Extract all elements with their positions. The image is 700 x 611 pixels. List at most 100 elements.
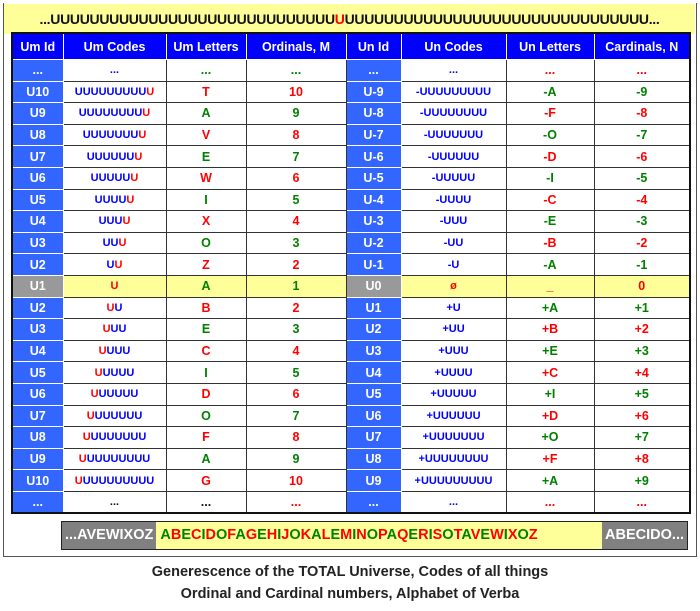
um-code-cell: UUUU <box>62 210 167 233</box>
um-letter-cell: A <box>165 447 247 471</box>
um-id-cell: U8 <box>11 123 64 147</box>
alphabet-letter: H <box>266 527 278 543</box>
un-letter-cell: +A <box>505 469 595 492</box>
un-code-cell: -UU <box>400 231 507 255</box>
un-code-cell: +U <box>400 296 507 320</box>
code-segment: U <box>134 150 143 163</box>
code-segment: UUUUUU <box>94 409 143 422</box>
code-segment: +UUUUUUUUU <box>414 474 493 487</box>
alphabet-letter: K <box>300 527 312 543</box>
code-segment: U <box>130 172 139 185</box>
cardinal-cell: -1 <box>593 253 691 276</box>
code-segment: ... <box>448 496 459 509</box>
alphabet-letter: S <box>432 527 443 543</box>
un-id-cell: U2 <box>345 318 402 341</box>
code-segment: -U <box>447 258 460 271</box>
table-row: U5 UUUUU I 5 U4 +UUUU +C +4 <box>11 361 691 384</box>
ordinal-cell: 2 <box>245 253 347 276</box>
alphabet-letter: E <box>480 527 491 543</box>
un-id-cell: ... <box>345 59 402 82</box>
code-segment: UUUUUUUUU <box>82 474 155 487</box>
code-segment: UU <box>110 323 127 336</box>
code-segment: ... <box>109 64 120 77</box>
um-id-cell: U6 <box>11 166 64 190</box>
code-segment: +UU <box>442 323 465 336</box>
codes-table: Um Id Um Codes Um Letters Ordinals, M Un Id U… <box>11 32 691 515</box>
um-letter-cell: I <box>165 361 247 384</box>
um-id-cell: U2 <box>11 296 64 320</box>
um-letter-cell: ... <box>165 59 247 82</box>
header-un-id: Un Id <box>345 32 402 60</box>
un-id-cell: U-9 <box>345 80 402 104</box>
code-segment: U <box>86 409 95 422</box>
code-segment: +UUU <box>438 345 469 358</box>
cardinal-cell: -5 <box>593 166 691 190</box>
table-row: U9 UUUUUUUUU A 9 U8 +UUUUUUUU +F +8 <box>11 447 691 471</box>
cardinal-cell: -8 <box>593 102 691 125</box>
header-um-letters: Um Letters <box>165 32 247 60</box>
table-row: U4 UUUU C 4 U3 +UUU +E +3 <box>11 339 691 363</box>
code-segment: UUUUUUU <box>82 129 139 142</box>
table-row: U3 UUU E 3 U2 +UU +B +2 <box>11 318 691 341</box>
ordinal-cell: 9 <box>245 102 347 125</box>
un-code-cell: -UUUUUUUU <box>400 102 507 125</box>
ordinal-cell: 8 <box>245 123 347 147</box>
um-letter-cell: D <box>165 382 247 406</box>
code-segment: U <box>82 431 91 444</box>
alphabet-letter: A <box>160 527 171 543</box>
code-segment: +U <box>446 301 461 314</box>
un-id-cell: U6 <box>345 404 402 428</box>
table-row: U2 UU B 2 U1 +U +A +1 <box>11 296 691 320</box>
cardinal-cell: +6 <box>593 404 691 428</box>
un-letter-cell: -A <box>505 253 595 276</box>
cardinal-cell: +2 <box>593 318 691 341</box>
cardinal-cell: -2 <box>593 231 691 255</box>
alphabet-letter: V <box>470 527 481 543</box>
un-id-cell: U3 <box>345 339 402 363</box>
code-segment: U <box>106 258 115 271</box>
table-row: U1 U A 1 U0 ø _ 0 <box>11 274 691 298</box>
table-row: U9 UUUUUUUUU A 9 U-8 -UUUUUUUU -F -8 <box>11 102 691 125</box>
code-segment: UUUUU <box>98 388 139 401</box>
alphabet-letter: C <box>191 527 202 543</box>
alphabet-letter: P <box>378 527 387 543</box>
un-letter-cell: +D <box>505 404 595 428</box>
un-letter-cell: -E <box>505 210 595 233</box>
un-id-cell: U7 <box>345 426 402 449</box>
code-segment: +UUUUU <box>430 388 477 401</box>
un-letter-cell: _ <box>505 274 595 298</box>
un-id-cell: U9 <box>345 469 402 492</box>
un-code-cell: -UUUU <box>400 188 507 212</box>
un-code-cell: +UUUUUU <box>400 404 507 428</box>
alphabet-letter: O <box>517 527 529 543</box>
code-segment: ... <box>109 496 120 509</box>
alphabet-letter: R <box>418 527 429 543</box>
code-segment: UUUU <box>94 193 127 206</box>
alphabet-letter: Z <box>528 527 538 543</box>
um-id-cell: ... <box>11 59 64 82</box>
banner-right: UUUUUUUUUUUUUUUUUUUUUUUUUUUUUUU... <box>344 11 660 27</box>
code-segment: -UUUU <box>435 193 472 206</box>
um-code-cell: UUUUUU <box>62 166 167 190</box>
um-code-cell: UUUUUU <box>62 382 167 406</box>
code-segment: +UUUUUU <box>426 409 481 422</box>
alphabet-letter: Q <box>397 527 409 543</box>
code-segment: U <box>126 193 135 206</box>
code-segment: -UUUUUUUUU <box>415 85 492 98</box>
um-id-cell: U5 <box>11 361 64 384</box>
code-segment: UUUUUUU <box>90 431 147 444</box>
un-code-cell: -UUUUUUUUU <box>400 80 507 104</box>
code-segment: U <box>98 345 107 358</box>
u-sequence-banner: ...UUUUUUUUUUUUUUUUUUUUUUUUUUUUU UUUUUUUU… <box>4 4 695 34</box>
code-segment: U <box>118 237 127 250</box>
code-segment: U <box>114 301 123 314</box>
code-segment: UUU <box>106 345 131 358</box>
un-id-cell: U8 <box>345 447 402 471</box>
table-row: U7 UUUUUUU O 7 U6 +UUUUUU +D +6 <box>11 404 691 428</box>
cardinal-cell: 0 <box>593 274 691 298</box>
cardinal-cell: -3 <box>593 210 691 233</box>
banner-left: ...UUUUUUUUUUUUUUUUUUUUUUUUUUUUU <box>39 11 336 27</box>
um-id-cell: U6 <box>11 382 64 406</box>
um-letter-cell: E <box>165 318 247 341</box>
un-code-cell: -UUU <box>400 210 507 233</box>
